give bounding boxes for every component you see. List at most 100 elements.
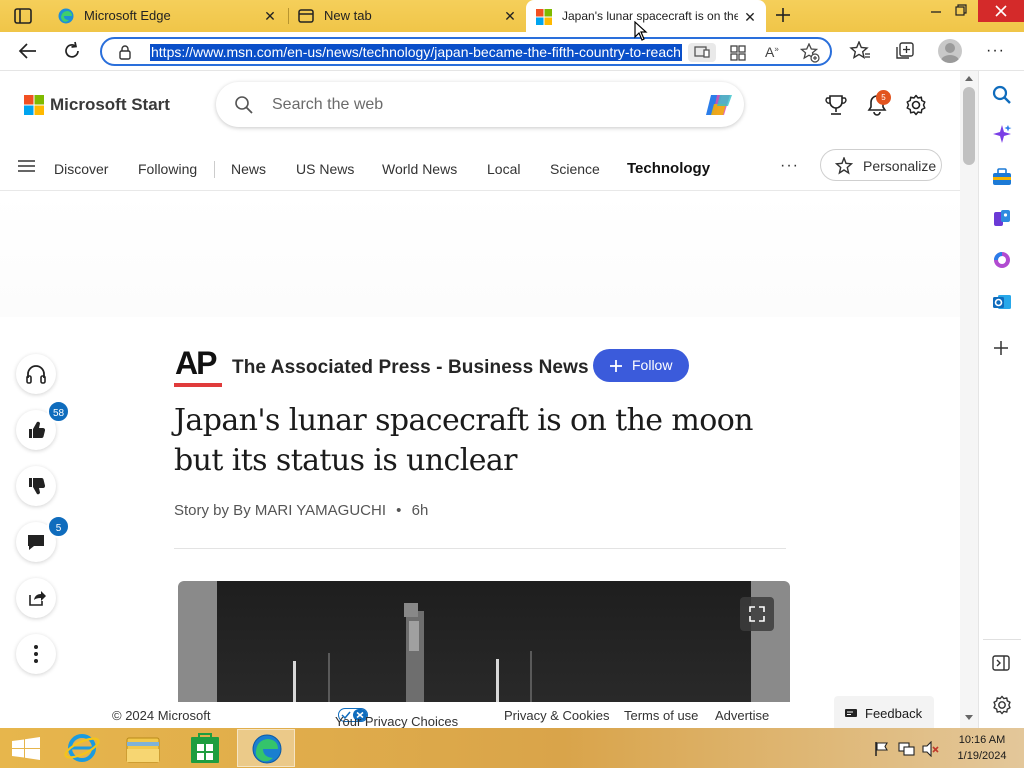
nav-local[interactable]: Local xyxy=(487,161,520,177)
more-options-button[interactable] xyxy=(16,634,56,674)
sidebar-settings-icon[interactable] xyxy=(992,695,1012,715)
nav-following[interactable]: Following xyxy=(138,161,197,177)
taskbar-ie-icon[interactable] xyxy=(54,729,112,767)
sidebar-copilot-icon[interactable] xyxy=(992,124,1012,144)
title-bar: Microsoft Edge ✕ New tab ✕ Japan's lunar… xyxy=(0,0,1024,32)
share-icon xyxy=(29,591,46,606)
feedback-icon xyxy=(845,709,857,717)
close-tab-icon[interactable]: ✕ xyxy=(502,8,518,24)
nav-news[interactable]: News xyxy=(231,161,266,177)
system-clock[interactable]: 10:16 AM 1/19/2024 xyxy=(948,732,1016,764)
immersive-reader-icon[interactable] xyxy=(688,43,716,62)
taskbar-file-explorer-icon[interactable] xyxy=(114,729,172,767)
scroll-down-arrow[interactable] xyxy=(965,715,973,720)
plus-icon xyxy=(610,360,622,372)
nav-world-news[interactable]: World News xyxy=(382,161,457,177)
msn-header: Microsoft Start Search the web 5 xyxy=(0,71,960,139)
menu-icon[interactable] xyxy=(18,159,35,173)
follow-button[interactable]: Follow xyxy=(593,349,689,382)
search-input[interactable]: Search the web xyxy=(272,96,383,114)
apps-icon[interactable] xyxy=(730,45,746,61)
edge-sidebar xyxy=(978,71,1024,728)
category-nav: Discover Following News US News World Ne… xyxy=(0,139,960,191)
publisher-name[interactable]: The Associated Press - Business News xyxy=(232,357,589,379)
scroll-thumb[interactable] xyxy=(963,87,975,165)
rewards-icon[interactable] xyxy=(825,94,847,116)
fullscreen-button[interactable] xyxy=(740,597,774,631)
taskbar-store-icon[interactable] xyxy=(176,729,234,767)
new-tab-button[interactable] xyxy=(774,6,792,24)
scroll-up-arrow[interactable] xyxy=(965,76,973,81)
profile-avatar[interactable] xyxy=(938,39,962,63)
sidebar-tools-icon[interactable] xyxy=(992,168,1012,186)
terms-link[interactable]: Terms of use xyxy=(624,708,698,723)
minimize-button[interactable] xyxy=(930,6,946,20)
ap-logo[interactable]: AP xyxy=(174,345,222,391)
msn-icon xyxy=(536,9,552,25)
nav-discover[interactable]: Discover xyxy=(54,161,108,177)
tab-microsoft-edge[interactable]: Microsoft Edge ✕ xyxy=(50,0,286,32)
hide-sidebar-icon[interactable] xyxy=(992,655,1010,671)
nav-science[interactable]: Science xyxy=(550,161,600,177)
taskbar-edge-icon[interactable] xyxy=(237,729,295,767)
collections-icon[interactable] xyxy=(894,41,916,61)
close-tab-icon[interactable]: ✕ xyxy=(742,9,758,25)
sidebar-add-icon[interactable] xyxy=(993,340,1009,356)
back-icon[interactable] xyxy=(18,42,38,60)
add-favorite-icon[interactable] xyxy=(800,43,820,63)
windows-logo-icon xyxy=(12,737,40,760)
nav-more-icon[interactable]: ··· xyxy=(780,157,799,175)
listen-button[interactable] xyxy=(16,354,56,394)
nav-us-news[interactable]: US News xyxy=(296,161,354,177)
expand-icon xyxy=(749,606,765,622)
sidebar-games-icon[interactable] xyxy=(992,208,1012,228)
settings-icon[interactable] xyxy=(905,94,927,116)
sidebar-search-icon[interactable] xyxy=(992,85,1012,105)
article-age: 6h xyxy=(411,502,429,519)
privacy-cookies-link[interactable]: Privacy & Cookies xyxy=(504,708,609,723)
restore-button[interactable] xyxy=(955,4,971,18)
share-button[interactable] xyxy=(16,578,56,618)
content-divider xyxy=(174,548,786,549)
search-box[interactable]: Search the web xyxy=(216,82,744,127)
url-text[interactable]: https://www.msn.com/en-us/news/technolog… xyxy=(150,44,682,61)
nav-technology[interactable]: Technology xyxy=(627,160,710,177)
tray-flag-icon[interactable] xyxy=(874,741,890,757)
lock-icon[interactable] xyxy=(118,44,132,60)
tab-actions-icon[interactable] xyxy=(14,8,32,24)
clock-time: 10:16 AM xyxy=(958,734,1006,746)
advertise-link[interactable]: Advertise xyxy=(715,708,769,723)
settings-more-icon[interactable]: ··· xyxy=(986,42,1005,60)
article-hero-image[interactable] xyxy=(178,581,790,702)
refresh-icon[interactable] xyxy=(62,41,82,61)
tray-network-icon[interactable] xyxy=(898,741,916,757)
tab-new-tab[interactable]: New tab ✕ xyxy=(290,0,526,32)
favorites-icon[interactable] xyxy=(849,41,871,61)
web-page: Microsoft Start Search the web 5 Discove… xyxy=(0,71,960,702)
browser-toolbar: https://www.msn.com/en-us/news/technolog… xyxy=(0,32,1024,71)
vertical-scrollbar[interactable] xyxy=(960,71,978,728)
author[interactable]: Story by By MARI YAMAGUCHI xyxy=(174,502,386,519)
new-tab-icon xyxy=(298,8,314,24)
close-window-button[interactable] xyxy=(978,0,1024,22)
windows-taskbar: 10:16 AM 1/19/2024 xyxy=(0,728,1024,768)
feedback-button[interactable]: Feedback xyxy=(834,696,934,728)
read-aloud-icon[interactable]: A» xyxy=(765,44,779,60)
nav-divider xyxy=(214,161,215,178)
sidebar-m365-icon[interactable] xyxy=(992,250,1012,270)
start-button[interactable] xyxy=(0,729,58,767)
more-vertical-icon xyxy=(34,645,38,663)
privacy-choices-link[interactable]: Your Privacy Choices xyxy=(335,708,458,729)
close-tab-icon[interactable]: ✕ xyxy=(262,8,278,24)
sidebar-outlook-icon[interactable] xyxy=(992,292,1012,312)
copilot-icon[interactable] xyxy=(704,92,734,118)
address-bar[interactable]: https://www.msn.com/en-us/news/technolog… xyxy=(100,37,832,66)
thumbs-down-icon xyxy=(29,477,46,495)
personalize-button[interactable]: Personalize xyxy=(820,149,942,181)
microsoft-start-logo[interactable]: Microsoft Start xyxy=(24,95,170,115)
dislike-button[interactable] xyxy=(16,466,56,506)
tray-volume-muted-icon[interactable] xyxy=(922,741,940,757)
headphones-icon xyxy=(26,365,46,384)
clock-date: 1/19/2024 xyxy=(957,750,1007,762)
tab-title: Microsoft Edge xyxy=(84,8,171,23)
